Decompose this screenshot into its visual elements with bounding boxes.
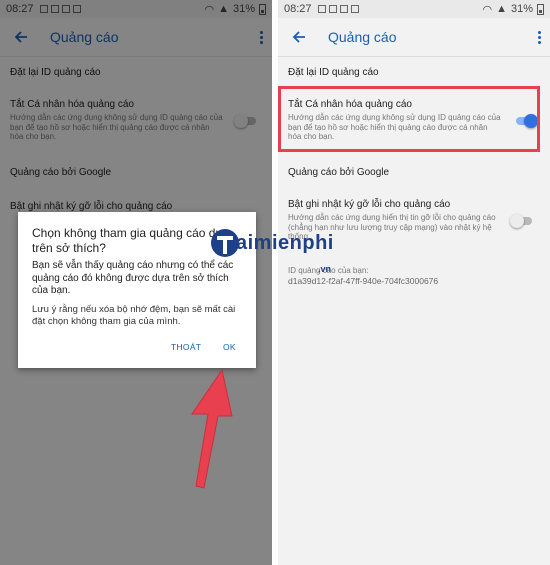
item-title: Bật ghi nhật ký gỡ lỗi cho quảng cáo — [288, 199, 451, 210]
battery-icon — [537, 3, 544, 15]
wifi-icon: ◠ — [482, 3, 493, 16]
status-bar: 08:27 ◠ ▲ 31% — [278, 0, 550, 18]
cancel-button[interactable]: THOÁT — [171, 342, 201, 352]
dialog-note: Lưu ý rằng nếu xóa bộ nhớ đệm, bạn sẽ mấ… — [32, 304, 236, 327]
notification-icon — [350, 5, 359, 13]
notification-icon — [339, 5, 348, 13]
battery-percent: 31% — [510, 3, 533, 15]
notification-icon — [317, 5, 326, 13]
status-time: 08:27 — [284, 3, 312, 15]
notification-icon — [328, 5, 337, 13]
pointer-arrow-icon — [191, 368, 233, 489]
item-title: Quảng cáo bởi Google — [288, 167, 390, 178]
back-arrow-icon[interactable] — [290, 28, 308, 46]
highlight-box — [278, 86, 540, 152]
more-options-icon[interactable] — [538, 30, 542, 44]
watermark-suffix: .vn — [318, 264, 332, 274]
signal-icon: ▲ — [496, 3, 507, 15]
ok-button[interactable]: OK — [223, 342, 236, 352]
watermark-text: aimienphi — [236, 232, 334, 254]
ads-by-google-item[interactable]: Quảng cáo bởi Google — [278, 160, 550, 186]
page-title: Quảng cáo — [328, 29, 397, 45]
ad-id-value: d1a39d12-f2af-47ff-940e-704fc3000676 — [288, 276, 439, 286]
app-bar: Quảng cáo — [278, 18, 550, 57]
item-title: Đặt lại ID quảng cáo — [288, 67, 379, 78]
right-phone-screen: 08:27 ◠ ▲ 31% Quảng cáo Đặt lại ID quảng… — [278, 0, 550, 565]
debug-logging-toggle[interactable] — [510, 214, 534, 228]
left-phone-screen: 08:27 ◠ ▲ 31% Quảng cáo Đặt lại ID quảng… — [0, 0, 272, 565]
reset-ad-id-item[interactable]: Đặt lại ID quảng cáo — [278, 58, 550, 88]
